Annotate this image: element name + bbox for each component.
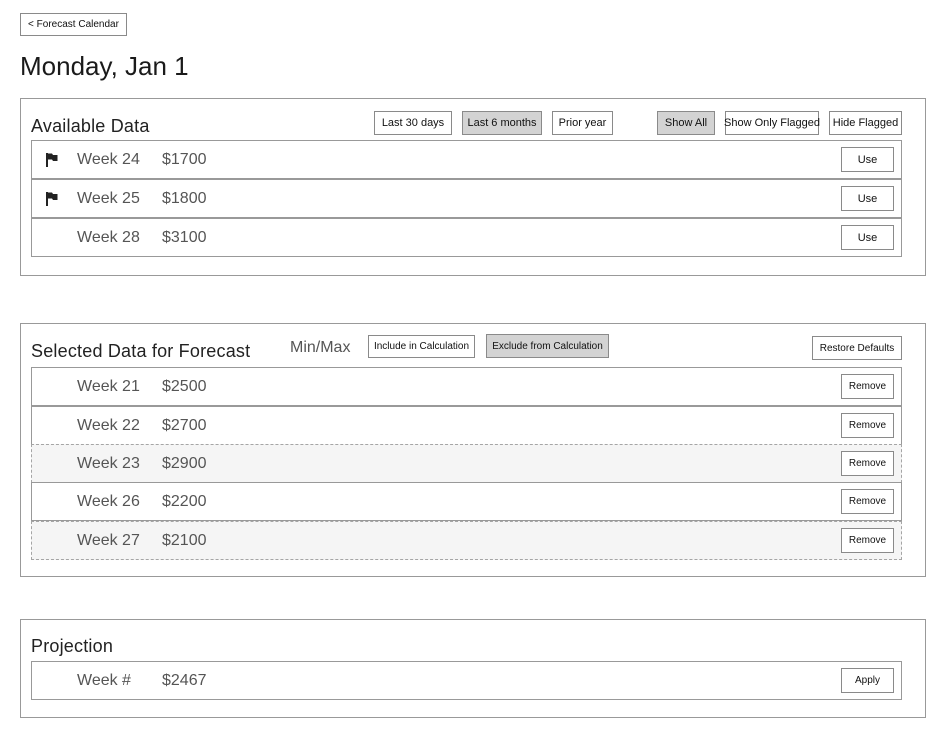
available-data-panel: Available Data Last 30 days Last 6 month… bbox=[20, 98, 926, 276]
projection-panel: Projection Week # $2467 Apply bbox=[20, 619, 926, 718]
available-data-row: Week 28 $3100 Use bbox=[31, 218, 902, 257]
hide-flagged-button[interactable]: Hide Flagged bbox=[829, 111, 902, 135]
back-to-forecast-calendar-button[interactable]: < Forecast Calendar bbox=[20, 13, 127, 36]
show-only-flagged-button[interactable]: Show Only Flagged bbox=[724, 111, 820, 135]
selected-data-panel: Selected Data for Forecast Min/Max Inclu… bbox=[20, 323, 926, 577]
selected-data-row-excluded: Week 23 $2900 Remove bbox=[31, 444, 902, 483]
row-amount: $2900 bbox=[162, 455, 207, 472]
row-week-label: Week 27 bbox=[77, 532, 140, 549]
projection-row: Week # $2467 Apply bbox=[31, 661, 902, 700]
selected-data-title: Selected Data for Forecast bbox=[31, 341, 251, 361]
flag-icon bbox=[46, 153, 58, 167]
exclude-from-calculation-button[interactable]: Exclude from Calculation bbox=[486, 334, 609, 358]
filter-last-30-days-button[interactable]: Last 30 days bbox=[374, 111, 452, 135]
remove-button[interactable]: Remove bbox=[841, 413, 894, 438]
row-amount: $2200 bbox=[162, 493, 207, 510]
selected-data-row: Week 26 $2200 Remove bbox=[31, 482, 902, 521]
remove-button[interactable]: Remove bbox=[841, 489, 894, 514]
available-data-row: Week 24 $1700 Use bbox=[31, 140, 902, 179]
projection-week-label: Week # bbox=[77, 672, 131, 689]
row-week-label: Week 26 bbox=[77, 493, 140, 510]
selected-data-row-excluded: Week 27 $2100 Remove bbox=[31, 521, 902, 560]
remove-button[interactable]: Remove bbox=[841, 451, 894, 476]
use-button[interactable]: Use bbox=[841, 147, 894, 172]
row-amount: $2500 bbox=[162, 378, 207, 395]
projection-amount: $2467 bbox=[162, 672, 207, 689]
row-week-label: Week 21 bbox=[77, 378, 140, 395]
row-amount: $2700 bbox=[162, 417, 207, 434]
row-week-label: Week 24 bbox=[77, 151, 140, 168]
use-button[interactable]: Use bbox=[841, 225, 894, 250]
minmax-label: Min/Max bbox=[290, 339, 351, 356]
row-amount: $2100 bbox=[162, 532, 207, 549]
row-week-label: Week 28 bbox=[77, 229, 140, 246]
available-data-title: Available Data bbox=[31, 116, 150, 136]
remove-button[interactable]: Remove bbox=[841, 374, 894, 399]
show-all-button[interactable]: Show All bbox=[657, 111, 715, 135]
row-week-label: Week 25 bbox=[77, 190, 140, 207]
row-week-label: Week 23 bbox=[77, 455, 140, 472]
row-amount: $3100 bbox=[162, 229, 207, 246]
include-in-calculation-button[interactable]: Include in Calculation bbox=[368, 335, 475, 358]
filter-prior-year-button[interactable]: Prior year bbox=[552, 111, 613, 135]
available-data-row: Week 25 $1800 Use bbox=[31, 179, 902, 218]
selected-data-row: Week 22 $2700 Remove bbox=[31, 406, 902, 445]
page-title: Monday, Jan 1 bbox=[20, 51, 189, 81]
projection-title: Projection bbox=[31, 636, 114, 656]
filter-last-6-months-button[interactable]: Last 6 months bbox=[462, 111, 542, 135]
use-button[interactable]: Use bbox=[841, 186, 894, 211]
row-amount: $1800 bbox=[162, 190, 207, 207]
flag-icon bbox=[46, 192, 58, 206]
restore-defaults-button[interactable]: Restore Defaults bbox=[812, 336, 902, 360]
row-week-label: Week 22 bbox=[77, 417, 140, 434]
selected-data-row: Week 21 $2500 Remove bbox=[31, 367, 902, 406]
row-amount: $1700 bbox=[162, 151, 207, 168]
apply-button[interactable]: Apply bbox=[841, 668, 894, 693]
remove-button[interactable]: Remove bbox=[841, 528, 894, 553]
